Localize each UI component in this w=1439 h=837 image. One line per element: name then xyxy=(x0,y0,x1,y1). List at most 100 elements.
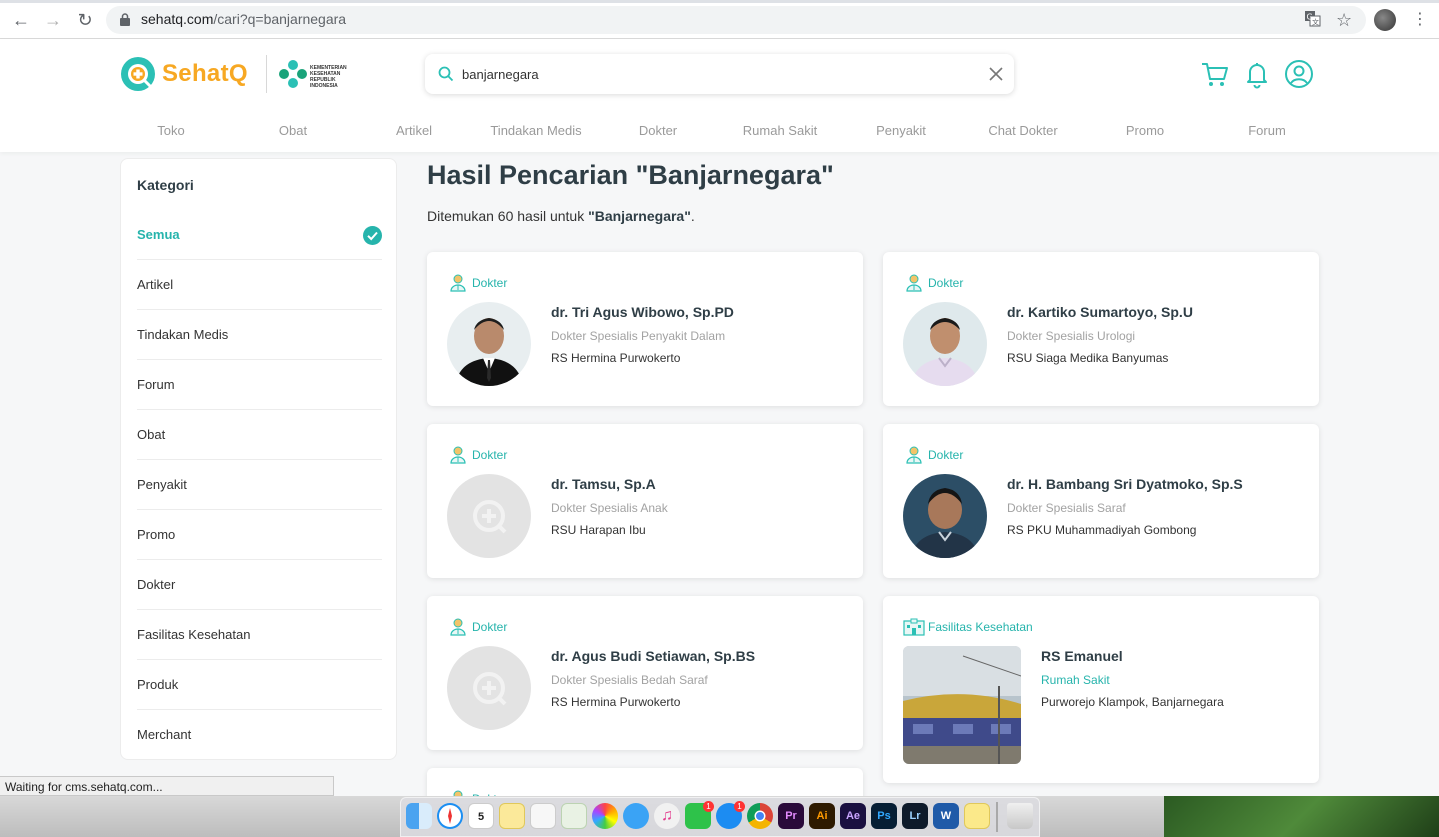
doctor-hospital: RS Hermina Purwokerto xyxy=(551,695,681,709)
music-icon[interactable]: ♫ xyxy=(654,803,680,829)
nav-item-penyakit[interactable]: Penyakit xyxy=(840,123,962,138)
word-icon[interactable]: W xyxy=(933,803,959,829)
bookmark-star-icon[interactable]: ☆ xyxy=(1336,10,1352,30)
nav-item-dokter[interactable]: Dokter xyxy=(597,123,719,138)
logo-text[interactable]: SehatQ xyxy=(162,60,248,88)
card-type-label: Dokter xyxy=(472,620,508,634)
search-input[interactable] xyxy=(462,65,962,83)
result-card-doctor[interactable]: Dokter dr. Kartiko Sumartoyo, Sp.U Dokte… xyxy=(883,252,1319,406)
doctor-name[interactable]: dr. Tri Agus Wibowo, Sp.PD xyxy=(551,304,734,320)
result-card-doctor[interactable]: Dokter dr. H. Bambang Sri Dyatmoko, Sp.S… xyxy=(883,424,1319,578)
category-sidebar: Kategori Semua Artikel Tindakan Medis Fo… xyxy=(120,158,397,760)
category-item-penyakit[interactable]: Penyakit xyxy=(137,460,382,510)
category-label: Semua xyxy=(137,227,180,242)
doctor-hospital: RS PKU Muhammadiyah Gombong xyxy=(1007,523,1197,537)
result-card-facility[interactable]: Fasilitas Kesehatan RS Emanuel Rumah Sak… xyxy=(883,596,1319,783)
category-label: Tindakan Medis xyxy=(137,327,229,342)
doctor-name[interactable]: dr. H. Bambang Sri Dyatmoko, Sp.S xyxy=(1007,476,1243,492)
card-type-label: Fasilitas Kesehatan xyxy=(928,620,1033,634)
result-card-doctor[interactable]: Dokter dr. Tri Agus Wibowo, Sp.PD Dokter… xyxy=(427,252,863,406)
placeholder-avatar-icon xyxy=(447,474,531,558)
nav-item-toko[interactable]: Toko xyxy=(110,123,232,138)
browser-toolbar: ← → ↻ sehatq.com/cari?q=banjarnegara G文 … xyxy=(0,0,1439,39)
doctor-icon xyxy=(906,446,922,464)
nav-item-chat-dokter[interactable]: Chat Dokter xyxy=(962,123,1084,138)
category-item-merchant[interactable]: Merchant xyxy=(137,710,382,760)
search-box xyxy=(425,54,1014,94)
category-label: Promo xyxy=(137,527,176,542)
facility-name[interactable]: RS Emanuel xyxy=(1041,648,1123,664)
result-card-doctor[interactable]: Dokter dr. Agus Budi Setiawan, Sp.BS Dok… xyxy=(427,596,863,750)
bell-icon[interactable] xyxy=(1242,59,1272,89)
category-item-artikel[interactable]: Artikel xyxy=(137,260,382,310)
profile-avatar[interactable] xyxy=(1374,9,1396,31)
nav-item-promo[interactable]: Promo xyxy=(1084,123,1206,138)
doctor-name[interactable]: dr. Agus Budi Setiawan, Sp.BS xyxy=(551,648,755,664)
sehatq-logo-icon[interactable] xyxy=(120,56,156,92)
category-item-produk[interactable]: Produk xyxy=(137,660,382,710)
doctor-specialty: Dokter Spesialis Anak xyxy=(551,501,668,515)
notes-icon[interactable] xyxy=(499,803,525,829)
close-icon[interactable] xyxy=(988,66,1004,82)
messages-icon[interactable] xyxy=(623,803,649,829)
summary-query: "Banjarnegara" xyxy=(588,208,691,224)
translate-icon[interactable]: G文 xyxy=(1304,10,1321,33)
nav-item-obat[interactable]: Obat xyxy=(232,123,354,138)
finder-icon[interactable] xyxy=(406,803,432,829)
doctor-icon xyxy=(450,274,466,292)
reminders-icon[interactable] xyxy=(530,803,556,829)
category-item-semua[interactable]: Semua xyxy=(137,210,382,260)
after-effects-icon[interactable]: Ae xyxy=(840,803,866,829)
stickies-icon[interactable] xyxy=(964,803,990,829)
category-item-dokter[interactable]: Dokter xyxy=(137,560,382,610)
category-label: Obat xyxy=(137,427,166,442)
doctor-hospital: RSU Harapan Ibu xyxy=(551,523,646,537)
doctor-specialty: Dokter Spesialis Urologi xyxy=(1007,329,1136,343)
category-item-obat[interactable]: Obat xyxy=(137,410,382,460)
nav-item-rumah-sakit[interactable]: Rumah Sakit xyxy=(719,123,841,138)
category-item-fasilitas-kesehatan[interactable]: Fasilitas Kesehatan xyxy=(137,610,382,660)
doctor-name[interactable]: dr. Tamsu, Sp.A xyxy=(551,476,656,492)
result-card-doctor[interactable]: Dokter dr. Tamsu, Sp.A Dokter Spesialis … xyxy=(427,424,863,578)
lightroom-icon[interactable]: Lr xyxy=(902,803,928,829)
doctor-icon xyxy=(450,618,466,636)
url-text[interactable]: sehatq.com/cari?q=banjarnegara xyxy=(141,11,346,27)
url-path: /cari?q=banjarnegara xyxy=(213,11,347,27)
reload-icon[interactable]: ↻ xyxy=(73,8,97,32)
category-label: Fasilitas Kesehatan xyxy=(137,627,251,642)
nav-item-tindakan-medis[interactable]: Tindakan Medis xyxy=(475,123,597,138)
safari-icon[interactable] xyxy=(437,803,463,829)
doctor-name[interactable]: dr. Kartiko Sumartoyo, Sp.U xyxy=(1007,304,1193,320)
maps-icon[interactable] xyxy=(561,803,587,829)
category-label: Forum xyxy=(137,377,175,392)
kemenkes-text: KEMENTERIAN KESEHATAN REPUBLIK INDONESIA xyxy=(310,65,347,89)
category-item-tindakan-medis[interactable]: Tindakan Medis xyxy=(137,310,382,360)
calendar-icon[interactable]: 5 xyxy=(468,803,494,829)
sidebar-title: Kategori xyxy=(137,177,194,193)
photoshop-icon[interactable]: Ps xyxy=(871,803,897,829)
photos-icon[interactable] xyxy=(592,803,618,829)
illustrator-icon[interactable]: Ai xyxy=(809,803,835,829)
nav-item-forum[interactable]: Forum xyxy=(1206,123,1328,138)
user-account-icon[interactable] xyxy=(1284,59,1314,89)
card-type-label: Dokter xyxy=(928,276,964,290)
card-type-label: Dokter xyxy=(472,448,508,462)
facility-location: Purworejo Klampok, Banjarnegara xyxy=(1041,695,1224,709)
category-item-promo[interactable]: Promo xyxy=(137,510,382,560)
category-item-forum[interactable]: Forum xyxy=(137,360,382,410)
results-summary: Ditemukan 60 hasil untuk "Banjarnegara". xyxy=(427,208,695,224)
url-host: sehatq.com xyxy=(141,11,214,27)
macos-dock: 5 ♫ 1 1 Pr Ai Ae Ps Lr W xyxy=(400,797,1040,837)
search-icon[interactable] xyxy=(438,66,454,82)
forward-arrow-icon[interactable]: → xyxy=(41,8,65,32)
menu-kebab-icon[interactable]: ⋮ xyxy=(1412,10,1428,30)
doctor-hospital: RS Hermina Purwokerto xyxy=(551,351,681,365)
category-label: Dokter xyxy=(137,577,176,592)
back-arrow-icon[interactable]: ← xyxy=(9,8,33,32)
cart-icon[interactable] xyxy=(1200,59,1230,89)
nav-item-artikel[interactable]: Artikel xyxy=(353,123,475,138)
main-nav: Toko Obat Artikel Tindakan Medis Dokter … xyxy=(110,123,1328,143)
premiere-icon[interactable]: Pr xyxy=(778,803,804,829)
chrome-icon[interactable] xyxy=(747,803,773,829)
trash-icon[interactable] xyxy=(1007,803,1033,829)
